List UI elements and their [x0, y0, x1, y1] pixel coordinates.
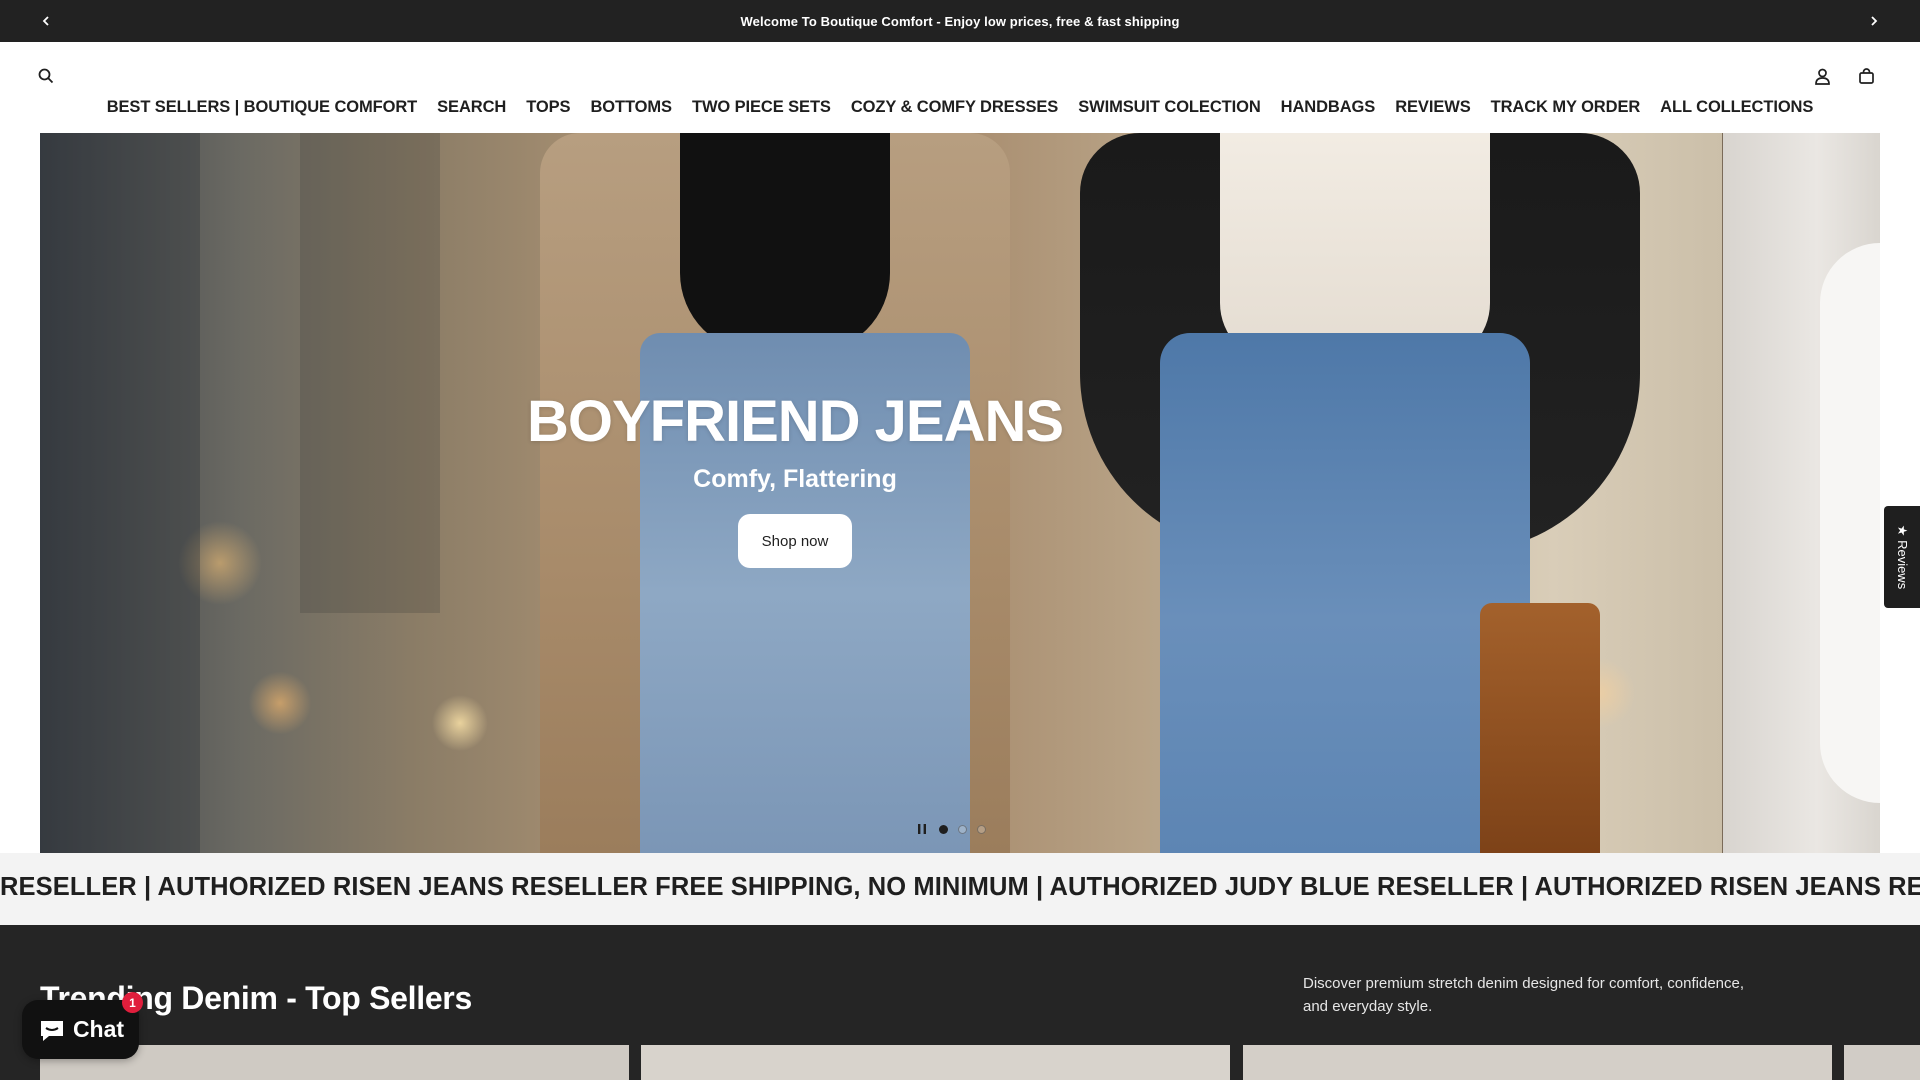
nav-item-reviews[interactable]: REVIEWS	[1395, 98, 1471, 117]
nav-item-handbags[interactable]: HANDBAGS	[1281, 98, 1376, 117]
chevron-left-icon	[42, 16, 49, 26]
product-card[interactable]	[1844, 1045, 1920, 1080]
account-button[interactable]	[1807, 61, 1837, 91]
chat-button[interactable]: Chat 1	[22, 992, 143, 1059]
trending-section: Trending Denim - Top Sellers Discover pr…	[0, 925, 1920, 1080]
reviews-tab-label: ★ Reviews	[1895, 524, 1911, 590]
hero-subtitle: Comfy, Flattering	[693, 465, 897, 493]
product-card[interactable]	[1243, 1045, 1832, 1080]
site-header: BEST SELLERS | BOUTIQUE COMFORT SEARCH T…	[0, 42, 1920, 132]
announcement-bar: Welcome To Boutique Comfort - Enjoy low …	[0, 0, 1920, 42]
main-nav: BEST SELLERS | BOUTIQUE COMFORT SEARCH T…	[0, 98, 1920, 117]
pause-icon	[918, 824, 926, 834]
slide-dot-3[interactable]	[977, 824, 986, 834]
announcement-prev-button[interactable]	[25, 0, 67, 42]
shop-now-button[interactable]: Shop now	[738, 514, 852, 568]
slideshow-controls	[915, 819, 986, 839]
nav-item-search[interactable]: SEARCH	[437, 98, 506, 117]
cart-icon	[1858, 67, 1874, 84]
slide-dot-1[interactable]	[939, 824, 948, 834]
chat-label: Chat	[72, 1016, 125, 1042]
search-icon	[38, 68, 54, 84]
marquee-text: RESELLER | AUTHORIZED RISEN JEANS RESELL…	[0, 873, 1920, 901]
announcement-text: Welcome To Boutique Comfort - Enjoy low …	[740, 13, 1180, 29]
pause-button[interactable]	[915, 822, 929, 836]
product-card[interactable]	[641, 1045, 1230, 1080]
hero-slideshow: BOYFRIEND JEANS Comfy, Flattering Shop n…	[40, 133, 1880, 853]
chevron-right-icon	[1871, 16, 1878, 26]
hero-content: BOYFRIEND JEANS Comfy, Flattering Shop n…	[40, 393, 1550, 568]
nav-item-best-sellers[interactable]: BEST SELLERS | BOUTIQUE COMFORT	[107, 98, 418, 117]
slide-dot-2[interactable]	[958, 824, 967, 834]
nav-item-all-collections[interactable]: ALL COLLECTIONS	[1660, 98, 1813, 117]
account-icon	[1814, 68, 1830, 85]
announcement-marquee: RESELLER | AUTHORIZED RISEN JEANS RESELL…	[0, 853, 1920, 925]
nav-item-swimsuit[interactable]: SWIMSUIT COLECTION	[1078, 98, 1261, 117]
nav-item-dresses[interactable]: COZY & COMFY DRESSES	[851, 98, 1058, 117]
nav-item-tops[interactable]: TOPS	[526, 98, 570, 117]
chat-notification-badge: 1	[122, 992, 143, 1013]
next-slide-preview	[1723, 133, 1880, 853]
hero-title: BOYFRIEND JEANS	[526, 389, 1064, 454]
chat-bubble-icon	[40, 1020, 63, 1041]
nav-item-two-piece-sets[interactable]: TWO PIECE SETS	[692, 98, 831, 117]
nav-item-bottoms[interactable]: BOTTOMS	[590, 98, 672, 117]
cart-button[interactable]	[1851, 61, 1881, 91]
reviews-side-tab[interactable]: ★ Reviews	[1884, 506, 1920, 608]
nav-item-track-order[interactable]: TRACK MY ORDER	[1491, 98, 1641, 117]
section-description: Discover premium stretch denim designed …	[1303, 975, 1745, 1015]
search-button[interactable]	[31, 61, 61, 91]
announcement-next-button[interactable]	[1853, 0, 1895, 42]
